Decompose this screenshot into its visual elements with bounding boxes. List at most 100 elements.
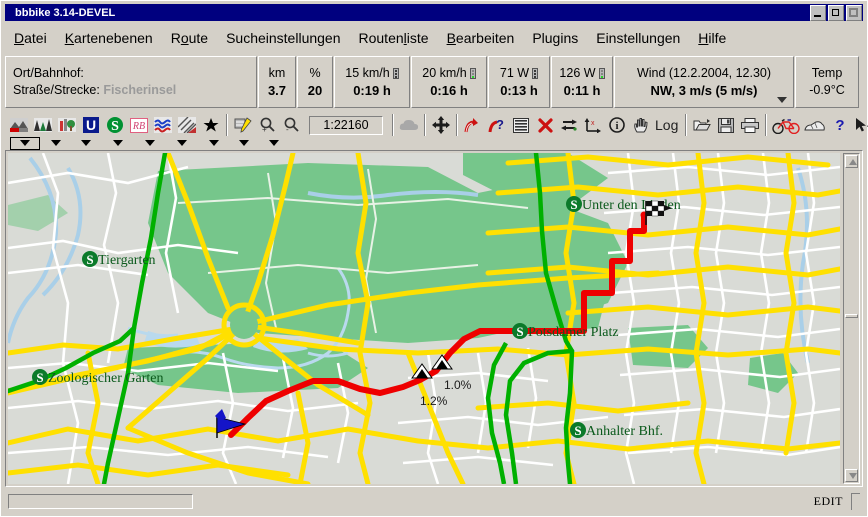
tool-bar: U S RB + - 1:22160 ? x i Log ? [5,111,868,139]
map-canvas[interactable]: S Tiergarten S Unter den Linden S Potsda… [8,153,840,484]
open-file-icon[interactable] [692,115,712,135]
route-list-icon[interactable] [511,115,531,135]
shoe-walk-icon[interactable] [804,115,826,135]
svg-text:RB: RB [132,121,145,132]
tearoff-arrow[interactable] [113,140,123,146]
print-icon[interactable] [740,115,760,135]
svg-text:Anhalter Bhf.: Anhalter Bhf. [586,424,663,439]
tearoff-arrow[interactable] [81,140,91,146]
log-button[interactable]: Log [655,117,678,133]
water-icon[interactable] [153,115,173,135]
maximize-button[interactable] [828,5,844,21]
menu-plugins[interactable]: Plugins [523,28,587,48]
street-value: Fischerinsel [103,83,177,97]
stat-power-71-header: 71 W [499,66,530,80]
status-field[interactable] [8,493,193,509]
stat-speed-20: 20 km/h 0:16 h [411,56,487,108]
sbahn-icon[interactable]: S [105,115,125,135]
cloud-icon[interactable] [399,115,419,135]
temp-value: -0.9°C [809,83,845,97]
resize-grip[interactable] [851,492,860,510]
traffic-light-icon [392,68,399,79]
ubahn-icon[interactable]: U [81,115,101,135]
menu-routenliste[interactable]: Routenliste [350,28,438,48]
temp-header: Temp [811,66,843,80]
wind-value: NW, 3 m/s (5 m/s) [650,83,758,98]
zoom-out-icon[interactable]: - [281,115,301,135]
tearoff-arrow[interactable] [51,140,61,146]
location-panel: Ort/Bahnhof: Straße/Strecke: Fischerinse… [5,56,257,108]
chevron-down-icon[interactable] [777,97,787,103]
scroll-down-arrow[interactable] [845,469,858,482]
menu-datei[interactable]: DDateiatei [5,28,56,48]
menu-kartenebenen[interactable]: Kartenebenen [56,28,162,48]
tearoff-arrow[interactable] [209,140,219,146]
svg-text:?: ? [496,117,504,132]
regionalbahn-icon[interactable]: RB [129,115,149,135]
pan-move-icon[interactable] [431,115,451,135]
coordinates-icon[interactable]: x [583,115,603,135]
street-label: Straße/Strecke: [13,83,100,97]
svg-text:S: S [111,119,119,133]
wind-panel[interactable]: Wind (12.2.2004, 12.30) NW, 3 m/s (5 m/s… [614,56,794,108]
delete-route-icon[interactable] [535,115,555,135]
help-question-icon[interactable]: ? [830,115,850,135]
menu-einstellungen[interactable]: Einstellungen [587,28,689,48]
scale-display[interactable]: 1:22160 [309,115,383,135]
menu-hilfe[interactable]: Hilfe [689,28,735,48]
zoom-in-icon[interactable]: + [257,115,277,135]
tearoff-strip [5,137,863,150]
minimize-button[interactable] [810,5,826,21]
stat-speed-15: 15 km/h 0:19 h [334,56,410,108]
svg-text:U: U [86,117,96,133]
svg-text:Tiergarten: Tiergarten [98,253,156,268]
scroll-up-arrow[interactable] [845,155,858,168]
stat-percent-header: % [309,66,321,80]
bicycle-icon[interactable] [772,115,801,135]
stat-power-71-value: 0:13 h [500,83,538,98]
svg-text:i: i [615,120,618,132]
stat-speed-15-value: 0:19 h [353,83,391,98]
window-frame: bbbike 3.14-DEVEL DDateiatei Kartenebene… [0,0,868,517]
svg-text:Zoologischer Garten: Zoologischer Garten [48,371,163,386]
svg-text:S: S [574,423,581,438]
route-start-icon[interactable] [463,115,483,135]
svg-text:?: ? [836,117,845,133]
pointer-help-icon[interactable]: ? [854,115,868,135]
toolbar-separator [685,114,688,136]
svg-text:S: S [86,252,93,267]
tearoff-arrow[interactable] [145,140,155,146]
info-icon[interactable]: i [607,115,627,135]
traffic-light-icon [532,68,539,79]
svg-text:Potsdamer Platz: Potsdamer Platz [528,325,619,340]
close-button[interactable] [846,5,862,21]
stat-distance: km 3.7 [258,56,296,108]
star-icon[interactable] [201,115,221,135]
tearoff-arrow[interactable] [20,140,30,146]
menu-route[interactable]: Route [162,28,217,48]
stat-speed-20-header: 20 km/h [422,66,467,80]
map-panel: S Tiergarten S Unter den Linden S Potsda… [5,150,863,487]
menu-bearbeiten[interactable]: Bearbeiten [438,28,524,48]
city-map-icon[interactable] [33,115,53,135]
toolbar-separator [392,114,394,136]
tearoff-arrow[interactable] [239,140,249,146]
svg-text:1.0%: 1.0% [444,378,472,392]
edit-mode-indicator: EDIT [813,493,843,508]
swap-direction-icon[interactable] [559,115,579,135]
title-bar: bbbike 3.14-DEVEL [5,4,863,21]
tearoff-arrow[interactable] [269,140,279,146]
hatch-area-icon[interactable] [177,115,197,135]
pencil-edit-icon[interactable] [233,115,253,135]
menu-sucheinstellungen[interactable]: Sucheinstellungen [217,28,349,48]
traffic-light-icon [469,68,476,79]
save-file-icon[interactable] [716,115,736,135]
scroll-thumb[interactable] [845,314,858,318]
route-query-icon[interactable]: ? [487,115,507,135]
hand-drag-icon[interactable] [631,115,651,135]
landmarks-icon[interactable] [57,115,77,135]
tearoff-arrow[interactable] [177,140,187,146]
map-layer-icon[interactable] [9,115,29,135]
map-vertical-scrollbar[interactable] [843,153,860,484]
layers-toolgroup: U S RB + - 1:22160 ? x i Log ? [5,113,868,137]
